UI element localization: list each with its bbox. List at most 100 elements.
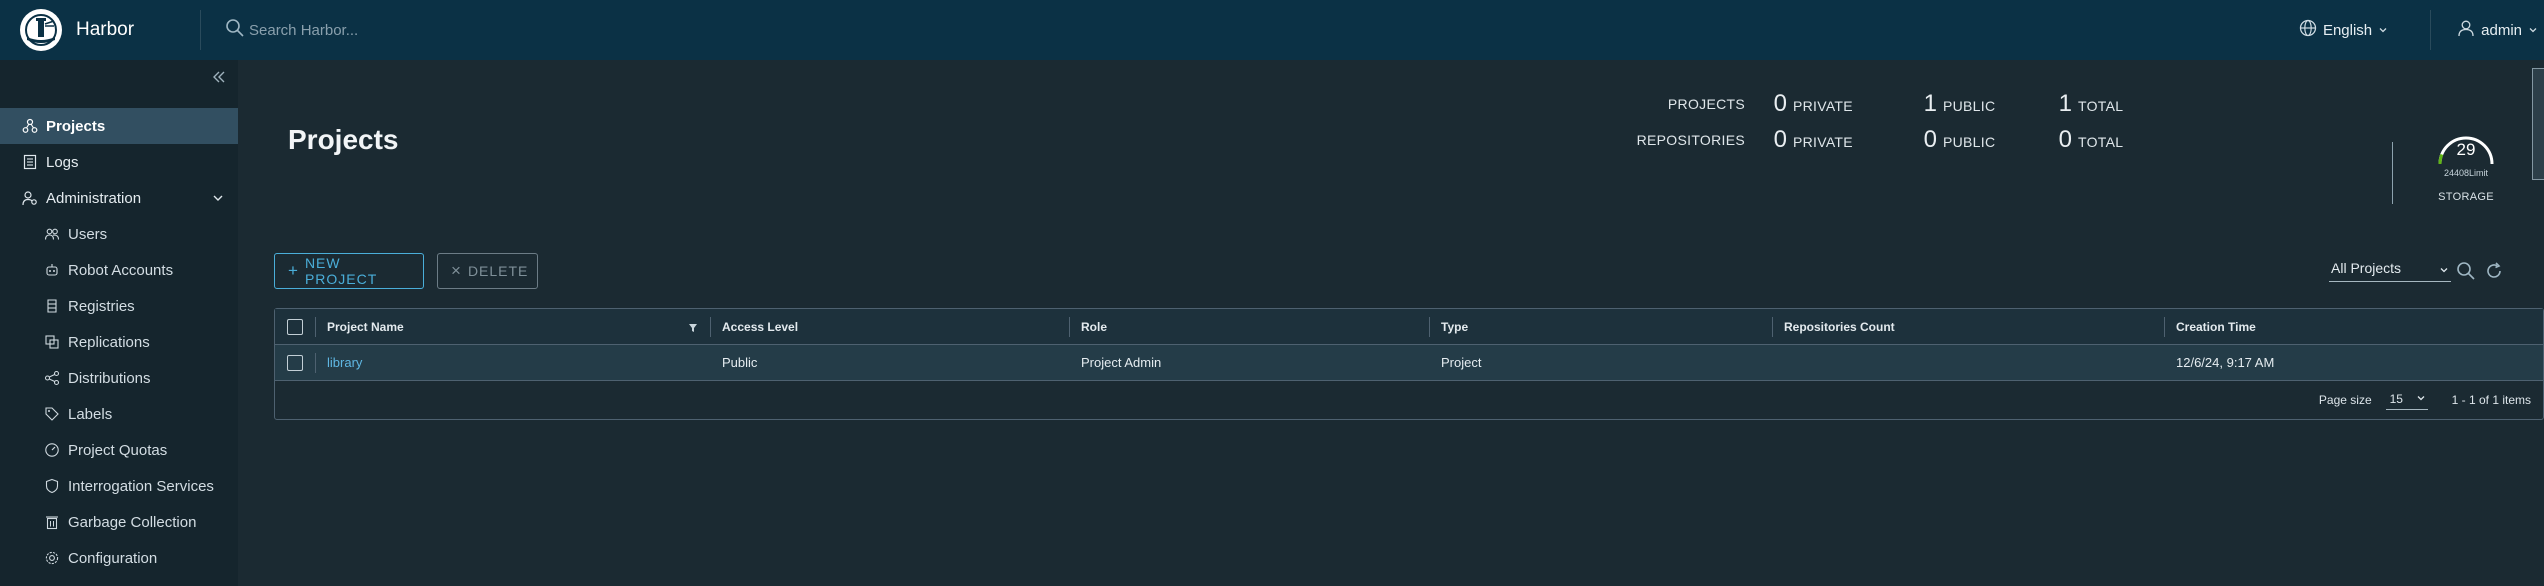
sidebar-item-logs[interactable]: Logs (0, 144, 238, 180)
column-label: Project Name (327, 319, 404, 334)
column-label: Type (1441, 319, 1469, 334)
sidebar-item-registries[interactable]: Registries (0, 288, 238, 324)
sidebar-item-configuration[interactable]: Configuration (0, 540, 238, 576)
row-checkbox[interactable] (287, 354, 303, 371)
chevron-down-icon (2416, 392, 2426, 406)
project-link[interactable]: library (327, 355, 362, 370)
header-right: English admin (2299, 0, 2544, 60)
chevron-down-icon (212, 191, 224, 208)
sidebar-item-label: Projects (46, 117, 106, 135)
gear-icon (44, 550, 60, 566)
stat-word: PUBLIC (1943, 134, 1996, 150)
table-header: Project Name Access Level Role Type Repo… (275, 309, 2543, 345)
project-filter-select[interactable]: All Projects (2329, 260, 2451, 282)
chevron-down-icon (2378, 22, 2388, 39)
sidebar-item-garbage-collection[interactable]: Garbage Collection (0, 504, 238, 540)
language-selector[interactable]: English (2299, 19, 2430, 41)
sidebar-item-label: Registries (68, 297, 135, 315)
user-icon (2457, 19, 2475, 41)
username: admin (2481, 21, 2522, 39)
chevron-down-icon (2439, 262, 2449, 278)
projects-table: Project Name Access Level Role Type Repo… (274, 308, 2544, 420)
stat-value: 0 (2058, 126, 2072, 153)
brand[interactable]: Harbor (0, 0, 200, 60)
page-size-label: Page size (2318, 393, 2372, 407)
robot-icon (44, 262, 60, 278)
table-footer: Page size 15 1 - 1 of 1 items (275, 381, 2543, 419)
sidebar-item-labels[interactable]: Labels (0, 396, 238, 432)
sidebar-item-robot-accounts[interactable]: Robot Accounts (0, 252, 238, 288)
sidebar-item-distributions[interactable]: Distributions (0, 360, 238, 396)
sidebar-item-users[interactable]: Users (0, 216, 238, 252)
sidebar-item-label: Garbage Collection (68, 513, 197, 531)
projects-icon (22, 118, 38, 134)
stat-word: PRIVATE (1793, 98, 1853, 114)
sidebar-item-label: Project Quotas (68, 441, 168, 459)
sidebar-item-label: Robot Accounts (68, 261, 174, 279)
logs-icon (22, 154, 38, 170)
refresh-icon[interactable] (2484, 261, 2504, 286)
search-icon[interactable] (2456, 261, 2476, 286)
stat-word: TOTAL (2078, 98, 2124, 114)
sidebar-item-interrogation-services[interactable]: Interrogation Services (0, 468, 238, 504)
sidebar-item-label: Interrogation Services (68, 477, 214, 495)
stat-value: 1 (1923, 90, 1937, 117)
column-creation-time[interactable]: Creation Time (2164, 309, 2543, 344)
stat-word: TOTAL (2078, 134, 2124, 150)
cell-access-level: Public (722, 355, 758, 370)
page-size-value: 15 (2389, 392, 2403, 406)
users-icon (44, 226, 60, 242)
stats-divider (2392, 142, 2393, 204)
stat-value: 0 (1923, 126, 1937, 153)
collapse-sidebar-icon[interactable] (212, 68, 226, 89)
sidebar-item-project-quotas[interactable]: Project Quotas (0, 432, 238, 468)
search-input[interactable] (249, 21, 609, 39)
sidebar-item-projects[interactable]: Projects (0, 108, 238, 144)
filter-icon[interactable] (688, 322, 698, 336)
cell-role: Project Admin (1081, 355, 1162, 370)
column-repositories-count[interactable]: Repositories Count (1772, 309, 2164, 344)
column-access-level[interactable]: Access Level (710, 309, 1069, 344)
stats-row-repositories: REPOSITORIES 0 PRIVATE 0 PUBLIC 0 TOTAL (1635, 122, 2123, 158)
trash-icon (44, 514, 60, 530)
sidebar-item-label: Logs (46, 153, 79, 171)
stat-value: 0 (1773, 126, 1787, 153)
global-search (225, 18, 625, 43)
quotas-icon (44, 442, 60, 458)
column-type[interactable]: Type (1429, 309, 1772, 344)
column-project-name[interactable]: Project Name (315, 309, 710, 344)
cell-creation-time: 12/6/24, 9:17 AM (2176, 355, 2275, 370)
page-size-select[interactable]: 15 (2385, 390, 2428, 410)
sidebar-item-label: Configuration (68, 549, 158, 567)
delete-label: DELETE (467, 263, 529, 279)
sidebar-item-label: Administration (46, 189, 142, 207)
stats-repositories-label: REPOSITORIES (1636, 132, 1745, 148)
close-icon: × (451, 261, 462, 280)
row-select-cell (275, 345, 315, 380)
stat-value: 0 (1773, 90, 1787, 117)
column-label: Creation Time (2176, 319, 2256, 334)
new-project-button[interactable]: + NEW PROJECT (274, 253, 424, 289)
select-all-checkbox[interactable] (287, 318, 303, 335)
replications-icon (44, 334, 60, 350)
column-role[interactable]: Role (1069, 309, 1429, 344)
user-menu[interactable]: admin (2431, 19, 2544, 41)
column-label: Access Level (722, 319, 799, 334)
stats-projects-label: PROJECTS (1667, 96, 1745, 112)
cell-type: Project (1441, 355, 1482, 370)
sidebar-nav: Projects Logs Administration Users Robot… (0, 108, 238, 576)
sidebar-item-administration[interactable]: Administration (0, 180, 238, 216)
stats-row-projects: PROJECTS 0 PRIVATE 1 PUBLIC 1 TOTAL (1635, 86, 2123, 122)
sidebar-item-replications[interactable]: Replications (0, 324, 238, 360)
column-label: Role (1081, 319, 1108, 334)
search-icon[interactable] (225, 18, 245, 43)
stat-value: 1 (2058, 90, 2072, 117)
registries-icon (44, 298, 60, 314)
globe-icon (2299, 19, 2317, 41)
language-label: English (2322, 21, 2373, 39)
shield-icon (44, 478, 60, 494)
sidebar-item-label: Distributions (68, 369, 151, 387)
sidebar: Projects Logs Administration Users Robot… (0, 60, 238, 586)
side-panel-tab[interactable] (2532, 68, 2544, 180)
delete-button[interactable]: × DELETE (437, 253, 538, 289)
